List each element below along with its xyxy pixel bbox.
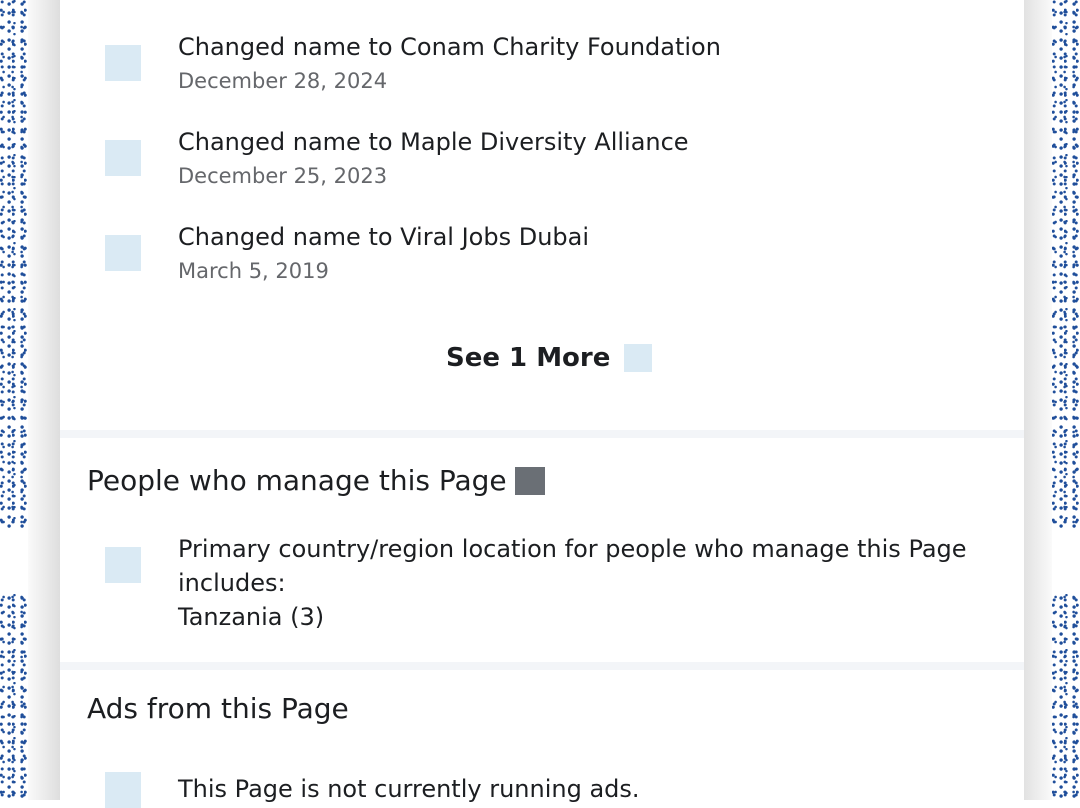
history-icon: [105, 45, 141, 81]
managers-location: Tanzania (3): [178, 603, 325, 631]
right-border-decoration: [1052, 0, 1080, 800]
managers-description-line: includes:: [178, 569, 286, 597]
name-history-section: Changed name to Conam Charity Foundation…: [60, 0, 1024, 430]
ads-section: Ads from this Page This Page is not curr…: [60, 670, 1024, 808]
card-shadow-right: [1020, 0, 1052, 800]
chevron-down-icon: [624, 344, 653, 372]
name-change-date: March 5, 2019: [178, 259, 329, 283]
left-border-decoration: [0, 0, 28, 800]
history-icon: [105, 140, 141, 176]
right-border-gap: [1052, 528, 1080, 592]
info-icon[interactable]: [515, 467, 545, 495]
name-change-title: Changed name to Viral Jobs Dubai: [178, 223, 590, 251]
managers-description: Primary country/region location for peop…: [178, 532, 998, 634]
page-managers-section: People who manage this Page Primary coun…: [60, 438, 1024, 662]
left-border-gap: [0, 528, 28, 592]
managers-description-line: Primary country/region location for peop…: [178, 535, 967, 563]
ads-status: This Page is not currently running ads.: [178, 775, 640, 803]
section-divider: [60, 430, 1024, 438]
name-change-date: December 28, 2024: [178, 69, 388, 93]
ads-icon: [105, 772, 141, 808]
name-change-title: Changed name to Maple Diversity Alliance: [178, 128, 689, 156]
managers-heading: People who manage this Page: [87, 464, 507, 497]
ads-heading: Ads from this Page: [87, 692, 349, 725]
see-more-button[interactable]: See 1 More: [446, 340, 653, 376]
see-more-label: See 1 More: [446, 343, 611, 373]
name-change-date: December 25, 2023: [178, 164, 388, 188]
card-shadow-left: [28, 0, 60, 800]
location-icon: [105, 547, 141, 583]
page-transparency-card: Changed name to Conam Charity Foundation…: [60, 0, 1024, 808]
name-change-title: Changed name to Conam Charity Foundation: [178, 33, 721, 61]
section-divider: [60, 662, 1024, 670]
history-icon: [105, 235, 141, 271]
